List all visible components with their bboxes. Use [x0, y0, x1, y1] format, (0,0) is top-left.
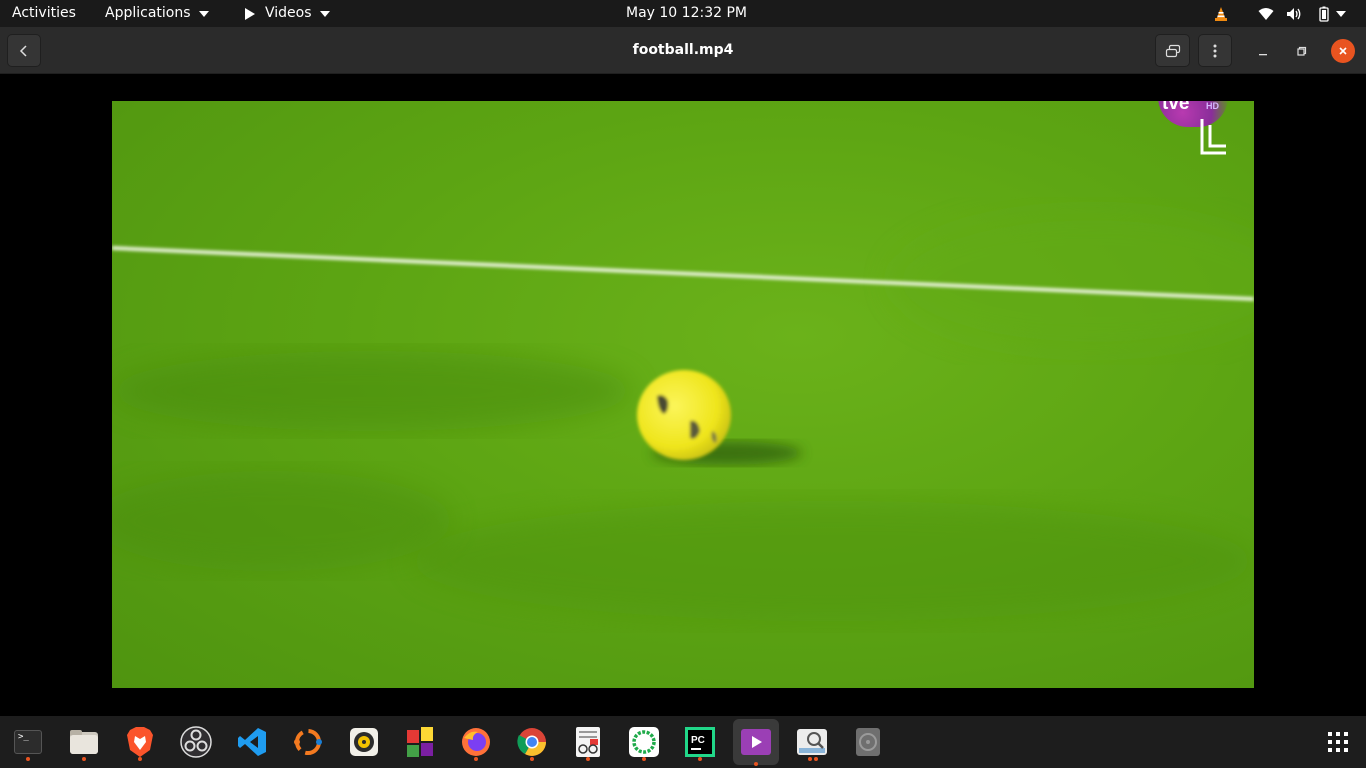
- system-menu-button[interactable]: [1336, 0, 1346, 27]
- dock: >_ PC: [0, 716, 1366, 768]
- document-viewer-icon: [576, 727, 600, 757]
- app-menu-label: Videos: [265, 5, 312, 21]
- dock-item-disk-app[interactable]: [848, 722, 888, 762]
- close-icon: [1339, 47, 1347, 55]
- dock-item-orange-app[interactable]: [288, 722, 328, 762]
- window-header-bar: football.mp4: [0, 27, 1366, 74]
- wifi-icon[interactable]: [1258, 0, 1274, 27]
- vlc-tray-icon[interactable]: [1213, 0, 1229, 27]
- files-icon: [70, 730, 98, 754]
- applications-label: Applications: [105, 5, 191, 21]
- brave-icon: [127, 727, 153, 757]
- dock-item-firefox[interactable]: [456, 722, 496, 762]
- pycharm-icon: PC: [685, 727, 715, 757]
- top-bar: Activities Applications Videos May 10 12…: [0, 0, 1366, 27]
- activities-button[interactable]: Activities: [12, 0, 76, 27]
- dock-item-document-viewer[interactable]: [568, 722, 608, 762]
- applications-menu[interactable]: Applications: [105, 0, 209, 27]
- chrome-icon: [517, 728, 546, 756]
- minimize-icon: [1259, 54, 1267, 56]
- firefox-icon: [462, 728, 490, 756]
- vscode-icon: [238, 728, 266, 756]
- orange-ring-icon: [294, 729, 322, 755]
- clock-label: May 10 12:32 PM: [626, 5, 747, 21]
- dock-item-terminal[interactable]: >_: [8, 722, 48, 762]
- videos-icon: [741, 729, 771, 755]
- image-viewer-icon: [797, 729, 827, 755]
- svg-text:PC: PC: [691, 735, 705, 746]
- minimize-button[interactable]: [1251, 39, 1275, 63]
- football: [637, 370, 731, 460]
- kebab-menu-icon: [1213, 44, 1217, 57]
- window-restore-icon: [1165, 44, 1180, 57]
- colorful-grid-icon: [407, 727, 433, 757]
- chevron-down-icon: [198, 10, 209, 17]
- video-frame[interactable]: tve HD: [112, 101, 1254, 688]
- back-button[interactable]: [7, 34, 41, 67]
- disk-icon: [856, 728, 880, 756]
- show-applications-icon: [1328, 732, 1348, 752]
- terminal-icon: >_: [14, 730, 42, 754]
- battery-icon[interactable]: [1316, 0, 1332, 27]
- chevron-down-icon: [319, 10, 330, 17]
- video-area[interactable]: tve HD: [0, 74, 1366, 716]
- dock-item-green-ring-app[interactable]: [624, 722, 664, 762]
- show-applications-button[interactable]: [1318, 722, 1358, 762]
- unfullscreen-button[interactable]: [1155, 34, 1190, 67]
- dock-item-obs[interactable]: [176, 722, 216, 762]
- dock-item-vscode[interactable]: [232, 722, 272, 762]
- dock-item-rhythmbox[interactable]: [344, 722, 384, 762]
- football-pitch: [112, 211, 1254, 621]
- dock-item-brave[interactable]: [120, 722, 160, 762]
- green-ring-icon: [629, 727, 659, 757]
- app-menu-videos[interactable]: Videos: [244, 0, 330, 27]
- menu-button[interactable]: [1198, 34, 1232, 67]
- rhythmbox-icon: [350, 728, 378, 756]
- play-icon: [245, 7, 255, 20]
- close-button[interactable]: [1331, 39, 1355, 63]
- dock-item-files[interactable]: [64, 722, 104, 762]
- volume-icon[interactable]: [1286, 0, 1302, 27]
- obs-icon: [180, 726, 212, 758]
- clock[interactable]: May 10 12:32 PM: [626, 0, 747, 27]
- chevron-down-icon: [1336, 10, 1346, 17]
- dock-item-colorful-app[interactable]: [400, 722, 440, 762]
- restore-icon: [1297, 46, 1307, 56]
- logo-text: tve: [1162, 101, 1190, 114]
- dock-item-image-viewer[interactable]: [792, 722, 832, 762]
- dock-item-chrome[interactable]: [512, 722, 552, 762]
- activities-label: Activities: [12, 5, 76, 21]
- dock-item-videos[interactable]: [733, 719, 779, 766]
- dock-item-pycharm[interactable]: PC: [680, 722, 720, 762]
- channel-l-logo: [1200, 119, 1226, 155]
- maximize-button[interactable]: [1290, 39, 1314, 63]
- logo-hd-text: HD: [1206, 101, 1219, 111]
- chevron-left-icon: [19, 44, 27, 57]
